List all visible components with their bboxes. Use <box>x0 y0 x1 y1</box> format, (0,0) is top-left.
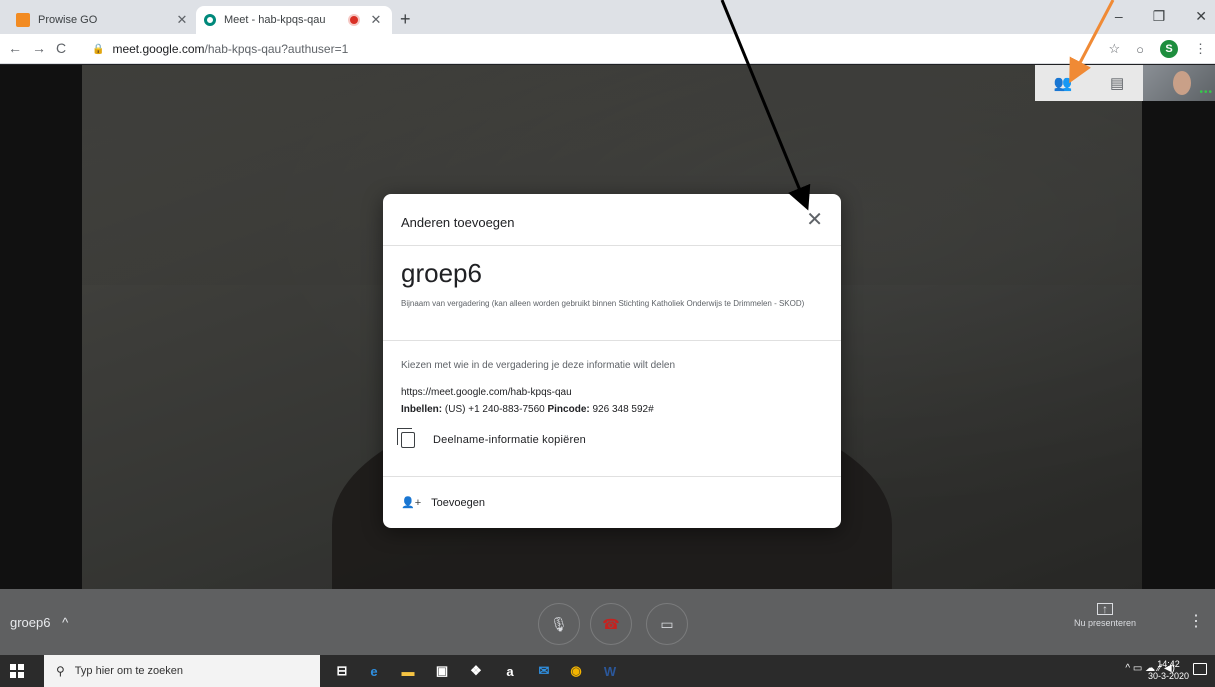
tab-prowise-go[interactable]: Prowise GO ✕ <box>8 6 198 34</box>
chevron-up-icon: ^ <box>62 615 69 630</box>
lock-icon: 🔒 <box>92 43 105 55</box>
meeting-details-toggle[interactable]: groep6 ^ <box>10 615 68 630</box>
tab-close-icon[interactable]: ✕ <box>174 12 190 28</box>
camera-icon: ▭ <box>660 615 674 632</box>
profile-avatar[interactable]: S <box>1160 40 1178 58</box>
copy-icon <box>397 428 415 448</box>
browser-toolbar: ← → C 🔒 meet.google.com/hab-kpqs-qau?aut… <box>0 34 1215 64</box>
chat-icon[interactable]: ▤ <box>1110 74 1124 92</box>
dial-in-info: Inbellen: (US) +1 240-883-7560 Pincode: … <box>401 404 654 415</box>
present-icon: ↑ <box>1097 603 1113 615</box>
meeting-link[interactable]: https://meet.google.com/hab-kpqs-qau <box>401 387 572 398</box>
store-icon[interactable]: ▣ <box>432 661 452 681</box>
star-icon[interactable]: ☆ <box>1108 41 1120 57</box>
url-path: /hab-kpqs-qau?authuser=1 <box>204 42 349 56</box>
microphone-icon: 🎙 <box>550 615 568 632</box>
dropbox-icon[interactable]: ❖ <box>466 661 486 681</box>
add-label: Toevoegen <box>431 496 485 509</box>
add-person-icon: 👤+ <box>401 497 422 509</box>
microphone-button[interactable]: 🎙 <box>538 603 580 645</box>
dial-number: (US) +1 240-883-7560 <box>444 404 545 415</box>
hang-up-button[interactable]: ☎ <box>590 603 632 645</box>
present-label: Nu presenteren <box>1073 618 1137 628</box>
copy-join-info-button[interactable]: Deelname-informatie kopiëren <box>397 428 586 448</box>
notification-center-icon[interactable] <box>1193 663 1207 675</box>
clock-time: 14:42 <box>1157 659 1180 669</box>
toolbar-actions: ☆ ○ S ⋮ <box>1108 40 1207 58</box>
taskbar-clock[interactable]: 14:42 30-3-2020 <box>1148 658 1189 682</box>
maximize-button[interactable]: ❐ <box>1153 8 1166 25</box>
close-window-button[interactable]: ✕ <box>1195 8 1207 25</box>
meeting-nickname: groep6 <box>401 258 482 288</box>
task-view-icon[interactable]: ⊟ <box>332 661 352 681</box>
back-button[interactable]: ← <box>8 40 22 56</box>
minimize-button[interactable]: – <box>1115 8 1123 25</box>
windows-start-icon[interactable] <box>10 664 24 678</box>
pin-value: 926 348 592# <box>592 404 654 415</box>
new-tab-button[interactable]: + <box>400 9 411 30</box>
search-icon: ⚲ <box>56 664 65 678</box>
side-panel-buttons: 👥 ▤ <box>1035 65 1143 101</box>
copy-label: Deelname-informatie kopiëren <box>433 434 586 446</box>
window-controls: – ❐ ✕ <box>1115 8 1207 25</box>
clock-date: 30-3-2020 <box>1147 671 1189 681</box>
edge-icon[interactable]: e <box>364 661 384 681</box>
address-bar[interactable]: 🔒 meet.google.com/hab-kpqs-qau?authuser=… <box>88 38 1078 60</box>
url-host: meet.google.com <box>112 42 205 56</box>
hang-up-icon: ☎ <box>602 615 620 632</box>
present-now-button[interactable]: ↑ Nu presenteren <box>1060 603 1150 628</box>
recording-indicator-icon <box>350 16 358 24</box>
share-instructions: Kiezen met wie in de vergadering je deze… <box>401 360 676 371</box>
meet-icon <box>204 14 216 26</box>
word-icon[interactable]: W <box>600 661 620 681</box>
dialog-header: Anderen toevoegen ✕ <box>383 194 841 246</box>
search-placeholder: Typ hier om te zoeken <box>74 665 184 677</box>
forward-button[interactable]: → <box>32 40 46 56</box>
tab-title: Meet - hab-kpqs-qau <box>224 14 326 26</box>
camera-button[interactable]: ▭ <box>646 603 688 645</box>
chrome-icon[interactable]: ◉ <box>566 661 586 681</box>
reload-button[interactable]: C <box>56 40 66 56</box>
audio-level-indicator: ••• <box>1199 87 1213 98</box>
self-view-thumbnail[interactable]: ••• <box>1143 65 1215 101</box>
close-icon[interactable]: ✕ <box>806 210 823 230</box>
mail-icon[interactable]: ✉ <box>534 661 554 681</box>
dial-label: Inbellen: <box>401 404 443 415</box>
dialog-title: Anderen toevoegen <box>401 215 515 230</box>
meeting-name: groep6 <box>10 615 51 630</box>
divider <box>383 476 841 477</box>
nickname-note: Bijnaam van vergadering (kan alleen word… <box>401 299 805 308</box>
tab-meet[interactable]: Meet - hab-kpqs-qau ✕ <box>196 6 392 34</box>
windows-taskbar: ⚲ Typ hier om te zoeken ⊟ e ▬ ▣ ❖ a ✉ ◉ … <box>0 655 1215 687</box>
browser-tab-strip: Prowise GO ✕ Meet - hab-kpqs-qau ✕ + – ❐… <box>0 0 1215 34</box>
amazon-icon[interactable]: a <box>500 661 520 681</box>
people-icon[interactable]: 👥 <box>1054 74 1073 92</box>
extension-icon[interactable]: ○ <box>1136 42 1144 57</box>
add-people-button[interactable]: 👤+ Toevoegen <box>401 496 485 510</box>
tab-close-icon[interactable]: ✕ <box>368 12 384 28</box>
browser-menu-icon[interactable]: ⋮ <box>1194 41 1207 57</box>
prowise-icon <box>16 13 30 27</box>
more-options-icon[interactable]: ⋮ <box>1188 611 1204 631</box>
meet-bottom-bar: groep6 ^ 🎙 ☎ ▭ ↑ Nu presenteren ⋮ <box>0 589 1215 655</box>
tab-title: Prowise GO <box>38 14 98 26</box>
divider <box>383 340 841 341</box>
file-explorer-icon[interactable]: ▬ <box>398 661 418 681</box>
pin-label: Pincode: <box>547 404 590 415</box>
taskbar-search[interactable]: ⚲ Typ hier om te zoeken <box>44 655 320 687</box>
add-others-dialog: Anderen toevoegen ✕ groep6 Bijnaam van v… <box>383 194 841 528</box>
